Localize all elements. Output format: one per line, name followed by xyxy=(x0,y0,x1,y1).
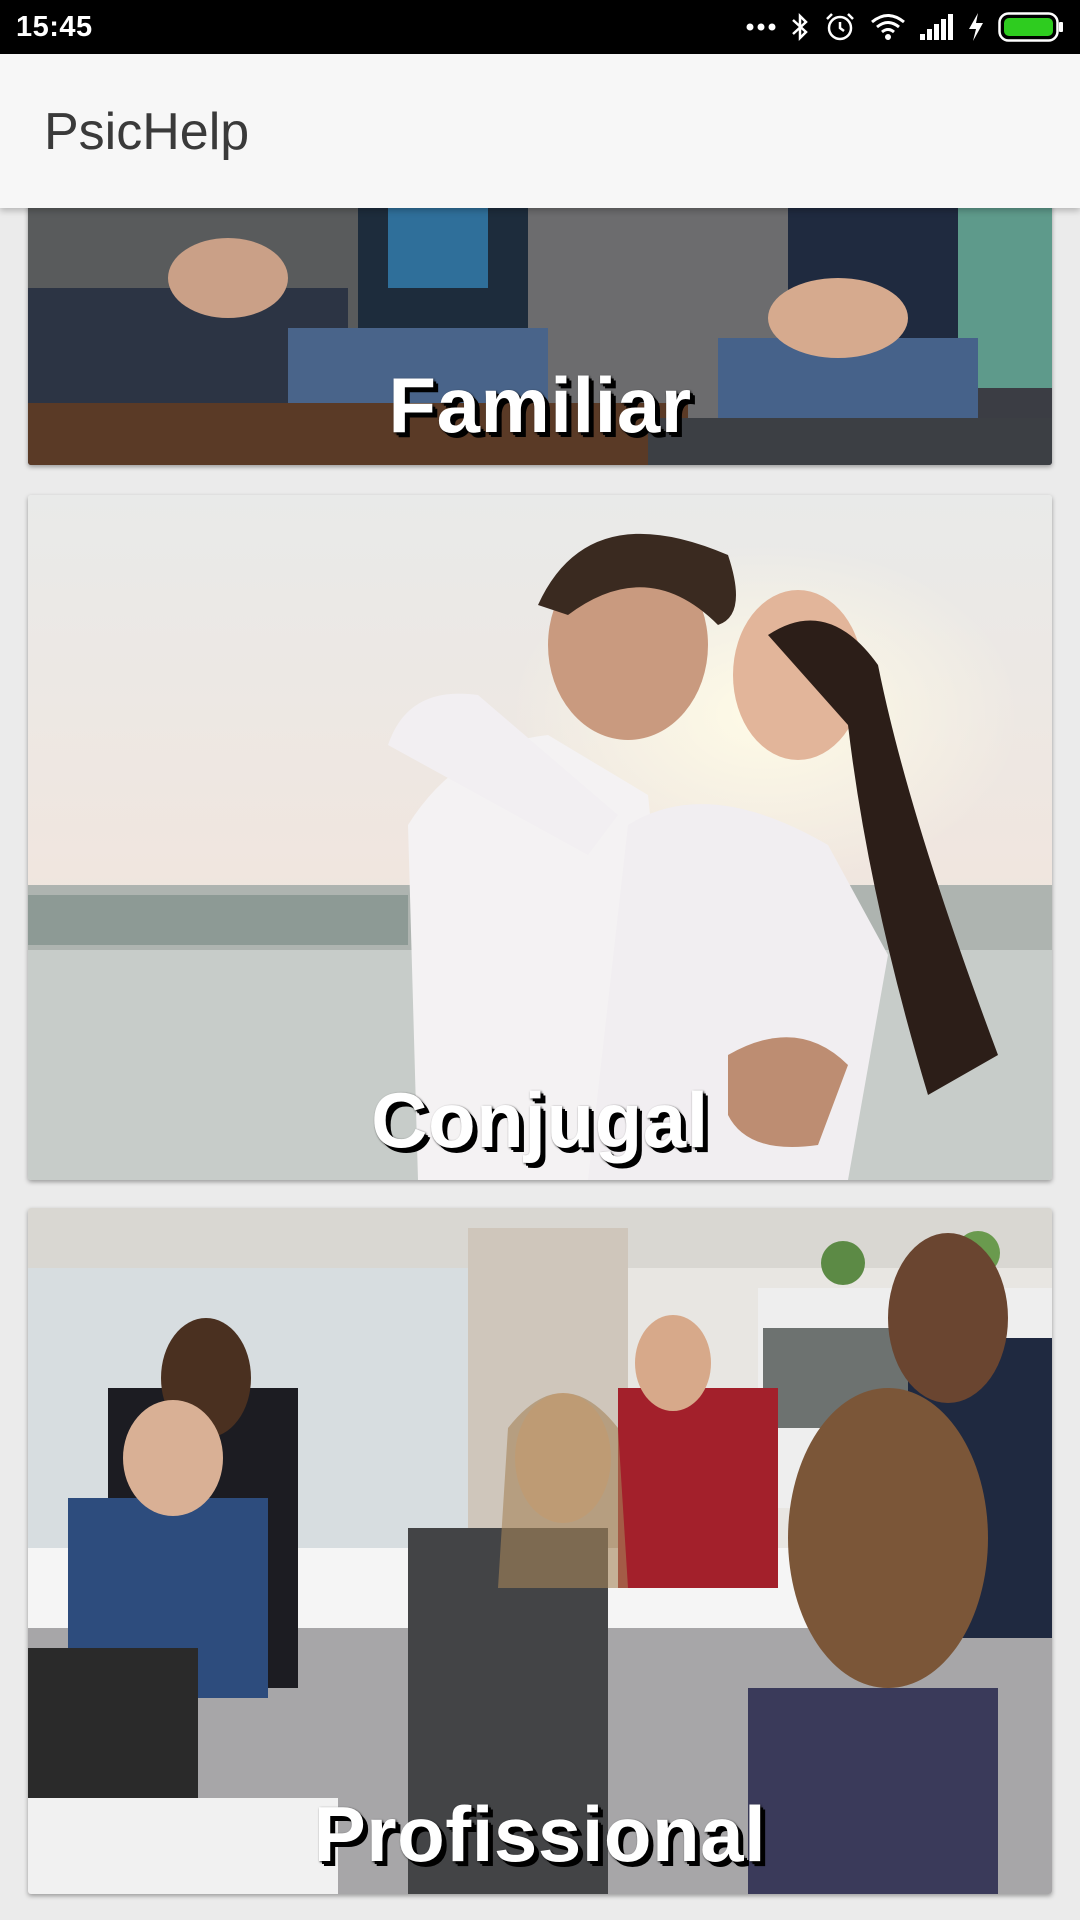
category-card-conjugal[interactable]: Conjugal xyxy=(28,495,1052,1180)
status-bar: 15:45 xyxy=(0,0,1080,54)
alarm-icon xyxy=(824,11,856,43)
bluetooth-icon xyxy=(790,12,810,42)
app-bar: PsicHelp xyxy=(0,54,1080,208)
category-card-profissional[interactable]: Profissional xyxy=(28,1208,1052,1894)
category-label: Profissional xyxy=(313,1790,767,1878)
more-dots-icon xyxy=(746,22,776,32)
charging-icon xyxy=(968,13,984,41)
battery-icon xyxy=(998,12,1064,42)
category-card-familiar[interactable]: Familiar xyxy=(28,208,1052,465)
wifi-icon xyxy=(870,13,906,41)
category-list[interactable]: Familiar Conjugal Profissional xyxy=(0,208,1080,1920)
category-label: Conjugal xyxy=(371,1076,709,1164)
signal-icon xyxy=(920,14,954,40)
status-time: 15:45 xyxy=(16,10,93,43)
status-icons xyxy=(746,11,1064,43)
app-title: PsicHelp xyxy=(44,103,250,161)
category-label: Familiar xyxy=(388,361,692,449)
